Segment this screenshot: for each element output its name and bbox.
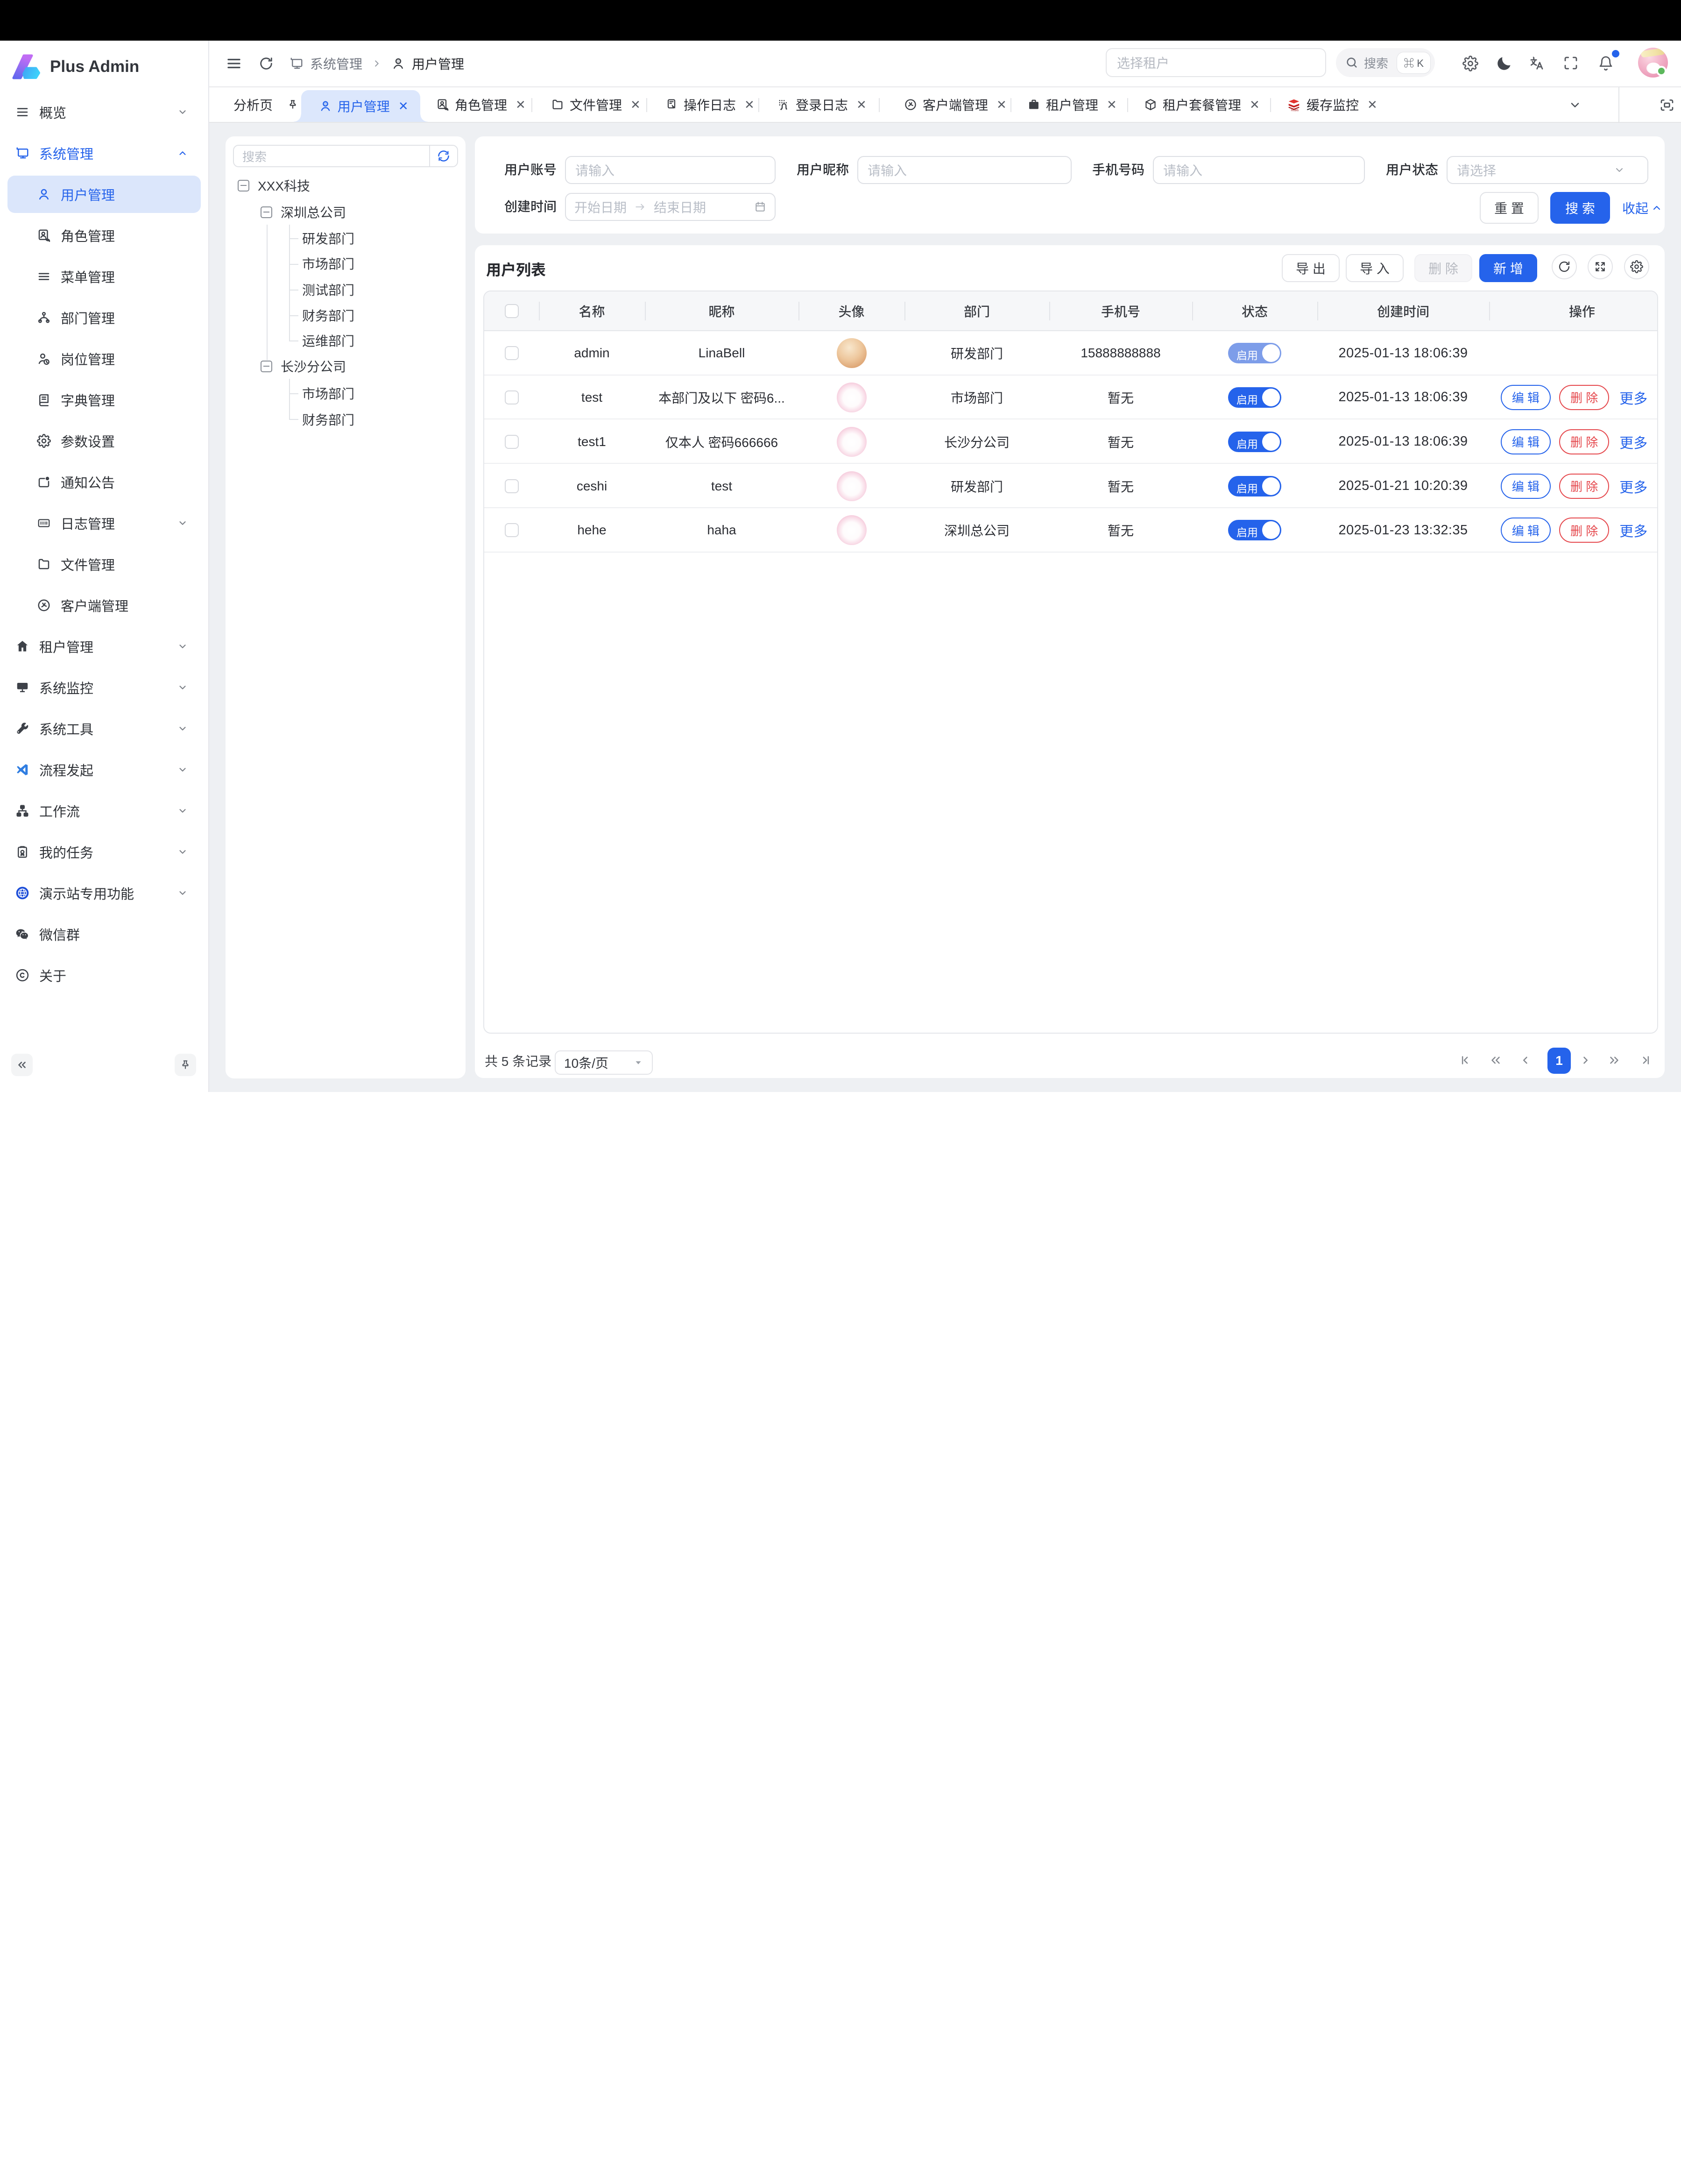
svg-text:redis: redis (1291, 108, 1299, 112)
